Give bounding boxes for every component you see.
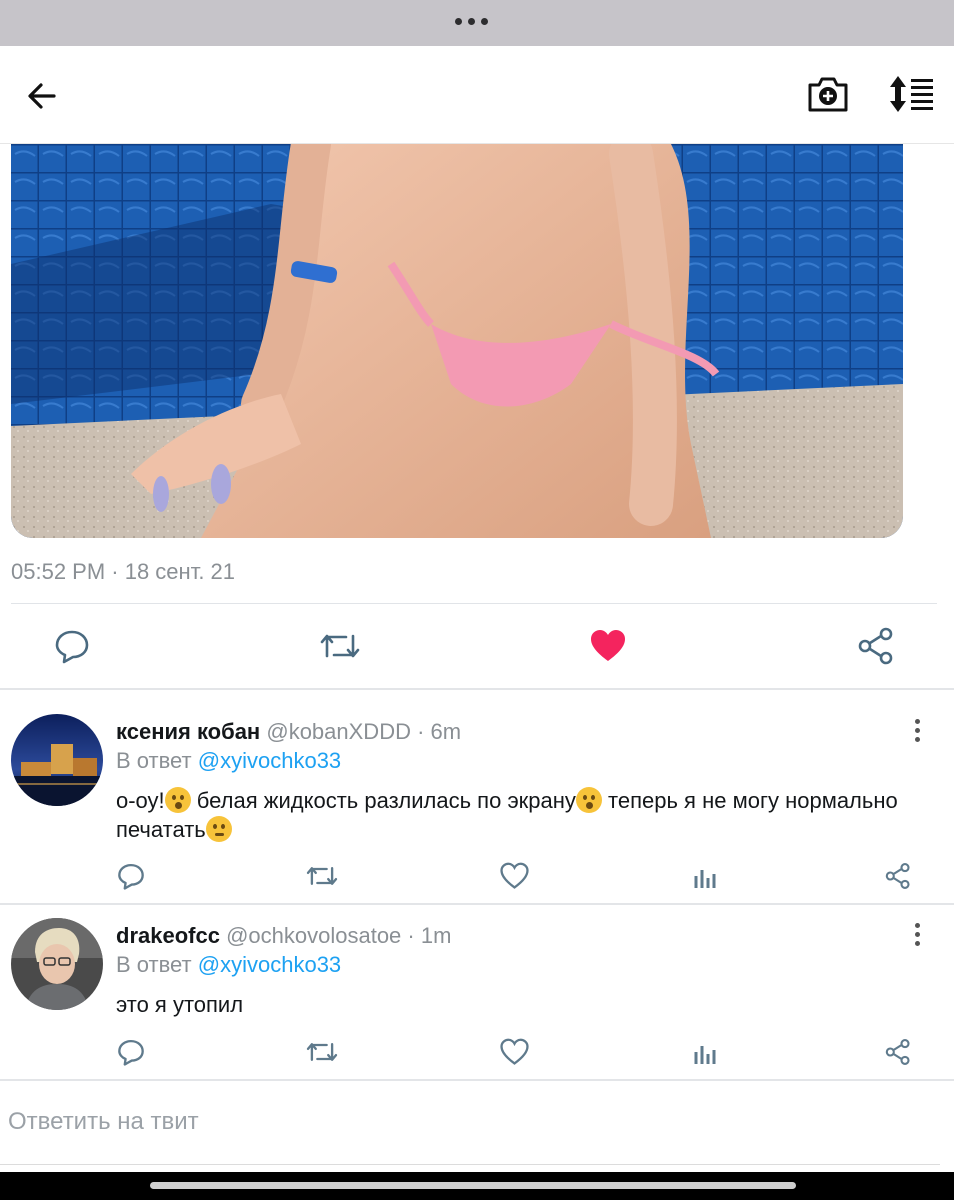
reply-text-part: о-оу!: [116, 788, 165, 813]
more-options-icon[interactable]: [912, 923, 922, 947]
camera-plus-icon[interactable]: [806, 74, 850, 114]
reply-time: · 1m: [407, 923, 452, 948]
reply-to-label: В ответ: [116, 952, 192, 977]
analytics-icon[interactable]: [693, 1040, 719, 1066]
app-header: [0, 46, 954, 144]
reply-author-handle[interactable]: @kobanXDDD: [266, 719, 411, 744]
more-options-icon[interactable]: [912, 719, 922, 743]
comment-icon[interactable]: [117, 1038, 145, 1066]
divider: [0, 688, 954, 690]
comment-icon[interactable]: [117, 862, 145, 890]
reply-author-name[interactable]: drakeofcc: [116, 923, 220, 948]
comment-icon[interactable]: [54, 628, 90, 664]
tweet-actions: [0, 624, 954, 668]
avatar[interactable]: [11, 918, 103, 1010]
share-icon[interactable]: [884, 862, 912, 890]
anguished-face-icon: [575, 787, 602, 813]
reply-to-label: В ответ: [116, 748, 192, 773]
share-icon[interactable]: [884, 1038, 912, 1066]
heart-filled-icon[interactable]: [589, 628, 627, 664]
arrow-left-icon[interactable]: [22, 76, 62, 116]
tweet-photo[interactable]: [11, 144, 903, 538]
window-top-bar: [0, 0, 954, 46]
divider: [0, 903, 954, 905]
reply-input[interactable]: Ответить на твит: [8, 1108, 199, 1136]
heart-icon[interactable]: [500, 862, 529, 890]
reply-text-part: белая жидкость разлилась по экрану: [190, 788, 576, 813]
retweet-icon[interactable]: [319, 628, 361, 664]
home-indicator-bar: [0, 1172, 954, 1200]
input-underline: [0, 1164, 940, 1165]
reply-time: · 6m: [417, 719, 462, 744]
divider: [11, 603, 937, 604]
reply-author-handle[interactable]: @ochkovolosatoe: [226, 923, 401, 948]
heart-icon[interactable]: [500, 1038, 529, 1066]
astonished-face-icon: [164, 787, 191, 813]
reply-to-handle[interactable]: @xyivochko33: [198, 952, 341, 977]
retweet-icon[interactable]: [305, 862, 339, 890]
tweet-timestamp: 05:52 PM · 18 сент. 21: [11, 559, 236, 584]
reply-text: это я утопил: [116, 992, 244, 1017]
sort-list-icon[interactable]: [888, 74, 936, 114]
reply-author-name[interactable]: ксения кобан: [116, 719, 260, 744]
share-icon[interactable]: [856, 626, 896, 666]
more-dots-icon[interactable]: [455, 18, 488, 25]
analytics-icon[interactable]: [693, 864, 719, 890]
retweet-icon[interactable]: [305, 1038, 339, 1066]
home-indicator[interactable]: [150, 1182, 796, 1189]
reply-text: о-оу! белая жидкость разлилась по экрану…: [116, 786, 906, 844]
avatar[interactable]: [11, 714, 103, 806]
divider: [0, 1079, 954, 1081]
confounded-face-icon: [205, 816, 232, 842]
reply-to-handle[interactable]: @xyivochko33: [198, 748, 341, 773]
